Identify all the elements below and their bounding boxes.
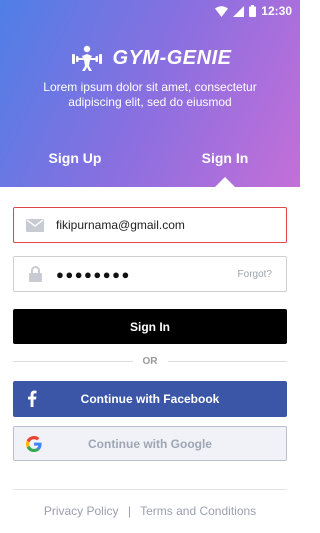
or-label: OR [142, 355, 158, 367]
tagline: Lorem ipsum dolor sit amet, consectetur … [43, 80, 257, 109]
tab-sign-up[interactable]: Sign Up [15, 150, 135, 166]
footer-links: Privacy Policy | Terms and Conditions [0, 504, 300, 518]
email-field[interactable]: fikipurnama@gmail.com [13, 207, 287, 243]
tab-sign-in[interactable]: Sign In [165, 150, 285, 166]
footer-divider [13, 489, 287, 490]
password-value: ●●●●●●●● [56, 266, 131, 282]
header-banner: 12:30 GYM-GENIE Lorem ipsum dolor sit am… [0, 0, 300, 187]
facebook-button[interactable]: Continue with Facebook [13, 381, 287, 417]
google-icon [26, 436, 42, 457]
footer-separator: | [127, 504, 131, 518]
divider-line-left [13, 360, 133, 362]
google-button[interactable]: Continue with Google [13, 426, 287, 461]
mail-icon [14, 218, 56, 232]
wifi-icon [215, 5, 229, 17]
facebook-icon [27, 390, 37, 412]
email-value: fikipurnama@gmail.com [56, 218, 185, 232]
battery-icon [249, 5, 257, 17]
dumbbell-person-icon [71, 45, 102, 71]
forgot-password-link[interactable]: Forgot? [238, 269, 272, 280]
lock-icon [14, 266, 56, 282]
signal-icon [233, 5, 245, 17]
sign-in-button[interactable]: Sign In [13, 309, 287, 344]
status-bar: 12:30 [215, 3, 292, 19]
google-button-label: Continue with Google [88, 436, 212, 451]
divider-line-right [167, 360, 287, 362]
or-divider: OR [13, 354, 287, 368]
privacy-policy-link[interactable]: Privacy Policy [44, 504, 119, 518]
password-field[interactable]: ●●●●●●●● Forgot? [13, 256, 287, 292]
facebook-button-label: Continue with Facebook [80, 392, 220, 406]
active-tab-indicator [215, 177, 235, 187]
brand: GYM-GENIE [0, 44, 300, 72]
terms-link[interactable]: Terms and Conditions [140, 504, 256, 518]
brand-name: GYM-GENIE [112, 46, 232, 69]
status-time: 12:30 [261, 4, 292, 18]
